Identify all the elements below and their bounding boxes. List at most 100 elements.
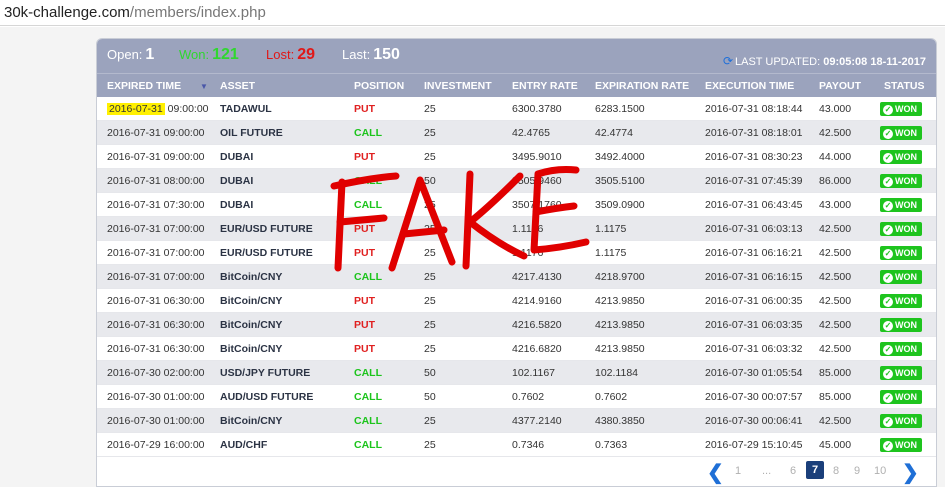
check-icon: ✓ bbox=[883, 249, 893, 259]
cell-payout: 85.000 bbox=[819, 367, 852, 379]
status-text: WON bbox=[895, 440, 917, 450]
check-icon: ✓ bbox=[883, 129, 893, 139]
url-text[interactable]: 30k-challenge.com/members/index.php bbox=[4, 4, 266, 21]
cell-investment: 50 bbox=[424, 367, 436, 379]
check-icon: ✓ bbox=[883, 321, 893, 331]
check-icon: ✓ bbox=[883, 105, 893, 115]
status-badge: ✓ WON bbox=[880, 294, 922, 308]
cell-asset: BitCoin/CNY bbox=[220, 319, 283, 331]
expired-clock: 08:00:00 bbox=[163, 175, 205, 187]
page-9[interactable]: 9 bbox=[854, 465, 860, 477]
next-page-icon[interactable]: ❯ bbox=[902, 460, 919, 485]
address-bar[interactable]: 30k-challenge.com/members/index.php bbox=[0, 0, 945, 26]
cell-asset: DUBAI bbox=[220, 175, 254, 187]
col-expired-time[interactable]: EXPIRED TIME bbox=[107, 80, 181, 92]
stat-open-value: 1 bbox=[145, 46, 155, 63]
expired-date: 2016-07-30 bbox=[107, 415, 161, 427]
expired-date: 2016-07-30 bbox=[107, 367, 161, 379]
table-row: 2016-07-31 09:00:00 TADAWUL PUT 25 6300.3780… bbox=[97, 97, 936, 121]
cell-expired-time: 2016-07-29 16:00:00 bbox=[107, 439, 205, 451]
cell-asset: EUR/USD FUTURE bbox=[220, 247, 313, 259]
stats-bar: Open: 1 Won: 121 Lost: 29 Last: 150 ⟳ LAST UP… bbox=[97, 39, 936, 73]
stat-lost-value: 29 bbox=[297, 46, 315, 63]
last-updated: ⟳ LAST UPDATED: 09:05:08 18-11-2017 bbox=[723, 54, 926, 68]
cell-investment: 25 bbox=[424, 295, 436, 307]
check-icon: ✓ bbox=[883, 273, 893, 283]
cell-execution-time: 2016-07-31 08:30:23 bbox=[705, 151, 803, 163]
cell-entry-rate: 4216.6820 bbox=[512, 343, 562, 355]
cell-position: CALL bbox=[354, 175, 382, 187]
cell-payout: 86.000 bbox=[819, 175, 852, 187]
sort-down-icon[interactable]: ▼ bbox=[200, 82, 208, 91]
cell-investment: 25 bbox=[424, 343, 436, 355]
table-row: 2016-07-31 07:30:00 DUBAI CALL 25 3507.1760 3… bbox=[97, 193, 936, 217]
last-updated-value: 09:05:08 18-11-2017 bbox=[823, 56, 926, 68]
cell-position: PUT bbox=[354, 223, 375, 235]
cell-asset: AUD/CHF bbox=[220, 439, 268, 451]
page-8[interactable]: 8 bbox=[833, 465, 839, 477]
expired-clock: 07:00:00 bbox=[163, 223, 205, 235]
cell-entry-rate: 1.1176 bbox=[512, 247, 544, 259]
prev-page-icon[interactable]: ❮ bbox=[707, 460, 724, 485]
cell-investment: 25 bbox=[424, 271, 436, 283]
page-6[interactable]: 6 bbox=[790, 465, 796, 477]
cell-expired-time: 2016-07-31 07:30:00 bbox=[107, 199, 205, 211]
check-icon: ✓ bbox=[883, 297, 893, 307]
cell-entry-rate: 4214.9160 bbox=[512, 295, 562, 307]
status-badge: ✓ WON bbox=[880, 318, 922, 332]
col-position[interactable]: POSITION bbox=[354, 80, 404, 92]
col-asset[interactable]: ASSET bbox=[220, 80, 255, 92]
col-status[interactable]: STATUS bbox=[884, 80, 924, 92]
cell-investment: 25 bbox=[424, 151, 436, 163]
expired-clock: 01:00:00 bbox=[163, 415, 205, 427]
cell-asset: DUBAI bbox=[220, 199, 254, 211]
cell-asset: DUBAI bbox=[220, 151, 254, 163]
col-investment[interactable]: INVESTMENT bbox=[424, 80, 492, 92]
cell-entry-rate: 0.7602 bbox=[512, 391, 545, 403]
col-entry-rate[interactable]: ENTRY RATE bbox=[512, 80, 578, 92]
cell-asset: BitCoin/CNY bbox=[220, 343, 283, 355]
expired-date: 2016-07-31 bbox=[107, 199, 161, 211]
cell-position: PUT bbox=[354, 295, 375, 307]
cell-execution-time: 2016-07-29 15:10:45 bbox=[705, 439, 803, 451]
cell-expired-time: 2016-07-31 09:00:00 bbox=[107, 127, 205, 139]
status-badge: ✓ WON bbox=[880, 174, 922, 188]
cell-expired-time: 2016-07-31 06:30:00 bbox=[107, 319, 205, 331]
expired-clock: 01:00:00 bbox=[163, 391, 205, 403]
cell-entry-rate: 6300.3780 bbox=[512, 103, 562, 115]
cell-entry-rate: 4216.5820 bbox=[512, 319, 562, 331]
cell-expired-time: 2016-07-30 01:00:00 bbox=[107, 391, 205, 403]
expired-clock: 09:00:00 bbox=[163, 151, 205, 163]
cell-expired-time: 2016-07-31 08:00:00 bbox=[107, 175, 205, 187]
page-7-active[interactable]: 7 bbox=[806, 461, 824, 479]
expired-clock: 02:00:00 bbox=[163, 367, 205, 379]
col-execution-time[interactable]: EXECUTION TIME bbox=[705, 80, 794, 92]
cell-position: CALL bbox=[354, 367, 382, 379]
cell-payout: 42.500 bbox=[819, 319, 852, 331]
check-icon: ✓ bbox=[883, 225, 893, 235]
status-text: WON bbox=[895, 344, 917, 354]
cell-execution-time: 2016-07-31 06:16:15 bbox=[705, 271, 803, 283]
cell-expiration-rate: 3505.5100 bbox=[595, 175, 645, 187]
page-10[interactable]: 10 bbox=[874, 465, 886, 477]
cell-expired-time: 2016-07-30 02:00:00 bbox=[107, 367, 205, 379]
check-icon: ✓ bbox=[883, 393, 893, 403]
refresh-icon[interactable]: ⟳ bbox=[723, 54, 733, 68]
table-row: 2016-07-30 02:00:00 USD/JPY FUTURE CALL 50 1… bbox=[97, 361, 936, 385]
cell-execution-time: 2016-07-31 06:43:45 bbox=[705, 199, 803, 211]
expired-date: 2016-07-31 bbox=[107, 343, 161, 355]
cell-investment: 25 bbox=[424, 439, 436, 451]
page-1[interactable]: 1 bbox=[735, 465, 741, 477]
status-text: WON bbox=[895, 200, 917, 210]
trades-panel: Open: 1 Won: 121 Lost: 29 Last: 150 ⟳ LAST UP… bbox=[96, 38, 937, 487]
cell-payout: 42.500 bbox=[819, 295, 852, 307]
cell-expiration-rate: 4213.9850 bbox=[595, 343, 645, 355]
col-expiration-rate[interactable]: EXPIRATION RATE bbox=[595, 80, 689, 92]
cell-asset: EUR/USD FUTURE bbox=[220, 223, 313, 235]
cell-execution-time: 2016-07-31 06:16:21 bbox=[705, 247, 803, 259]
cell-expired-time: 2016-07-31 07:00:00 bbox=[107, 223, 205, 235]
status-text: WON bbox=[895, 248, 917, 258]
cell-expiration-rate: 4213.9850 bbox=[595, 319, 645, 331]
status-text: WON bbox=[895, 104, 917, 114]
col-payout[interactable]: PAYOUT bbox=[819, 80, 861, 92]
